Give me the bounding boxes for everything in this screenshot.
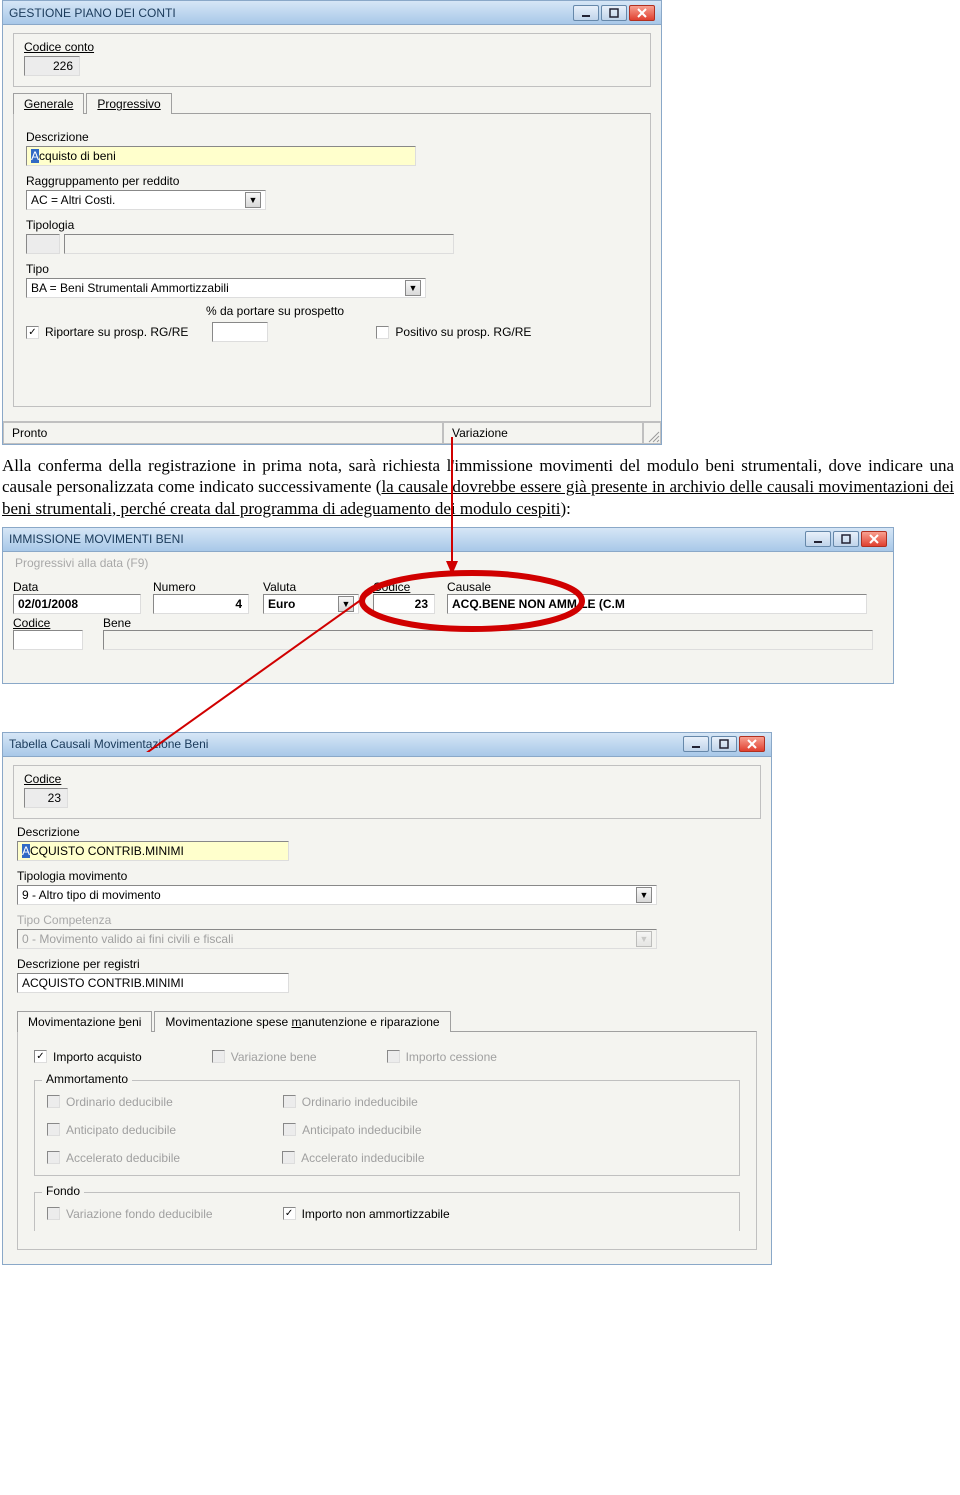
close-button[interactable] bbox=[629, 5, 655, 21]
window-title: Tabella Causali Movimentazione Beni bbox=[9, 737, 208, 751]
tipologia-mov-dropdown[interactable]: 9 - Altro tipo di movimento ▼ bbox=[17, 885, 657, 905]
codice2-field[interactable] bbox=[13, 630, 83, 650]
group-fondo-label: Fondo bbox=[42, 1184, 84, 1198]
bene-field bbox=[103, 630, 873, 650]
statusbar: Pronto Variazione bbox=[3, 421, 661, 444]
tab-progressivo[interactable]: Progressivo bbox=[86, 93, 171, 114]
tabs: Generale Progressivo bbox=[13, 93, 651, 114]
chk-variazione-bene: Variazione bene bbox=[212, 1050, 317, 1064]
tipo-value: BA = Beni Strumentali Ammortizzabili bbox=[31, 281, 229, 295]
chk-importo-acquisto[interactable]: ✓Importo acquisto bbox=[34, 1050, 142, 1064]
valuta-label: Valuta bbox=[263, 580, 373, 594]
chevron-down-icon: ▼ bbox=[636, 931, 652, 947]
riportare-checkbox[interactable]: ✓ Riportare su prosp. RG/RE bbox=[26, 325, 188, 339]
window-gestione-piano-conti: GESTIONE PIANO DEI CONTI Codice conto 22… bbox=[2, 0, 662, 445]
window-title: GESTIONE PIANO DEI CONTI bbox=[9, 6, 176, 20]
chk-accelerato-indeducibile: Accelerato indeducibile bbox=[282, 1151, 424, 1165]
window-tabella-causali: Tabella Causali Movimentazione Beni Codi… bbox=[2, 732, 772, 1265]
numero-label: Numero bbox=[153, 580, 263, 594]
descreg-label: Descrizione per registri bbox=[17, 957, 757, 971]
close-button[interactable] bbox=[861, 531, 887, 547]
tipologia-desc-field bbox=[64, 234, 454, 254]
descrizione-field[interactable]: AAcquisto di benicquisto di beni bbox=[26, 146, 416, 166]
codice2-label: Codice bbox=[13, 616, 93, 630]
codice-field[interactable]: 23 bbox=[373, 594, 435, 614]
codice-field[interactable]: 23 bbox=[24, 788, 68, 808]
maximize-button[interactable] bbox=[711, 736, 737, 752]
chevron-down-icon[interactable]: ▼ bbox=[405, 280, 421, 296]
titlebar: Tabella Causali Movimentazione Beni bbox=[3, 733, 771, 757]
descrizione-label: Descrizione bbox=[17, 825, 757, 839]
chk-ordinario-indeducibile: Ordinario indeducibile bbox=[283, 1095, 418, 1109]
valuta-dropdown[interactable]: Euro ▼ bbox=[263, 594, 359, 614]
status-left: Pronto bbox=[3, 422, 443, 444]
codice-label: Codice bbox=[24, 772, 750, 786]
chk-variazione-fondo-deducibile: Variazione fondo deducibile bbox=[47, 1207, 213, 1221]
causale-field[interactable]: ACQ.BENE NON AMM.LE (C.M bbox=[447, 594, 867, 614]
bene-label: Bene bbox=[103, 616, 883, 630]
tipocomp-dropdown: 0 - Movimento valido ai fini civili e fi… bbox=[17, 929, 657, 949]
chk-ordinario-deducibile: Ordinario deducibile bbox=[47, 1095, 173, 1109]
descrizione-field[interactable]: ACQUISTO CONTRIB.MINIMIACQUISTO CONTRIB.… bbox=[17, 841, 289, 861]
chevron-down-icon[interactable]: ▼ bbox=[636, 887, 652, 903]
titlebar: GESTIONE PIANO DEI CONTI bbox=[3, 1, 661, 25]
tipologia-label: Tipologia bbox=[26, 218, 638, 232]
window-title: IMMISSIONE MOVIMENTI BENI bbox=[9, 532, 184, 546]
tipo-label: Tipo bbox=[26, 262, 638, 276]
maximize-button[interactable] bbox=[601, 5, 627, 21]
chk-importo-non-ammortizzabile[interactable]: ✓Importo non ammortizzabile bbox=[283, 1207, 450, 1221]
causale-label: Causale bbox=[447, 580, 883, 594]
chk-anticipato-indeducibile: Anticipato indeducibile bbox=[283, 1123, 421, 1137]
maximize-button[interactable] bbox=[833, 531, 859, 547]
tipologia-mov-label: Tipologia movimento bbox=[17, 869, 757, 883]
minimize-button[interactable] bbox=[683, 736, 709, 752]
minimize-button[interactable] bbox=[805, 531, 831, 547]
chk-anticipato-deducibile: Anticipato deducibile bbox=[47, 1123, 176, 1137]
chk-accelerato-deducibile: Accelerato deducibile bbox=[47, 1151, 180, 1165]
raggruppamento-dropdown[interactable]: AC = Altri Costi. ▼ bbox=[26, 190, 266, 210]
tab-generale[interactable]: Generale bbox=[13, 93, 84, 114]
codice-label: Codice bbox=[373, 580, 447, 594]
data-label: Data bbox=[13, 580, 153, 594]
group-ammortamento: Ordinario deducibile Ordinario indeducib… bbox=[34, 1080, 740, 1176]
tipo-dropdown[interactable]: BA = Beni Strumentali Ammortizzabili ▼ bbox=[26, 278, 426, 298]
tipocomp-label: Tipo Competenza bbox=[17, 913, 757, 927]
menu-progressivi[interactable]: Progressivi alla data (F9) bbox=[3, 552, 893, 574]
minimize-button[interactable] bbox=[573, 5, 599, 21]
tab-mov-spese[interactable]: Movimentazione spese manutenzione e ripa… bbox=[154, 1011, 450, 1032]
numero-field[interactable]: 4 bbox=[153, 594, 249, 614]
chevron-down-icon[interactable]: ▼ bbox=[245, 192, 261, 208]
codice-conto-field[interactable]: 226 bbox=[24, 56, 80, 76]
body-paragraph: Alla conferma della registrazione in pri… bbox=[0, 453, 960, 527]
pct-label: % da portare su prospetto bbox=[206, 304, 344, 318]
data-field[interactable]: 02/01/2008 bbox=[13, 594, 141, 614]
group-ammortamento-label: Ammortamento bbox=[42, 1072, 132, 1086]
tab-mov-beni[interactable]: Movimentazione beni bbox=[17, 1011, 152, 1032]
chevron-down-icon[interactable]: ▼ bbox=[338, 596, 354, 612]
descrizione-label: Descrizione bbox=[26, 130, 638, 144]
titlebar: IMMISSIONE MOVIMENTI BENI bbox=[3, 528, 893, 552]
resize-grip-icon[interactable] bbox=[646, 429, 660, 443]
tipologia-code-field[interactable] bbox=[26, 234, 60, 254]
window-immissione-movimenti: IMMISSIONE MOVIMENTI BENI Progressivi al… bbox=[2, 527, 894, 684]
descreg-field[interactable]: ACQUISTO CONTRIB.MINIMI bbox=[17, 973, 289, 993]
status-right: Variazione bbox=[443, 422, 643, 444]
raggruppamento-value: AC = Altri Costi. bbox=[31, 193, 115, 207]
chk-importo-cessione: Importo cessione bbox=[387, 1050, 497, 1064]
pct-field[interactable] bbox=[212, 322, 268, 342]
codice-conto-label: Codice conto bbox=[24, 40, 640, 54]
group-fondo: Variazione fondo deducibile ✓Importo non… bbox=[34, 1192, 740, 1231]
positivo-checkbox[interactable]: Positivo su prosp. RG/RE bbox=[376, 325, 531, 339]
close-button[interactable] bbox=[739, 736, 765, 752]
raggruppamento-label: Raggruppamento per reddito bbox=[26, 174, 638, 188]
